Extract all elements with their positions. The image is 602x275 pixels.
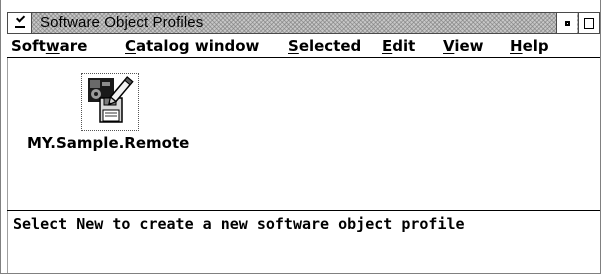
software-object-profiles-window: Software Object Profiles Software Catalo… (0, 0, 601, 274)
menu-edit-label: Edit (382, 37, 416, 55)
software-profile-object[interactable] (81, 73, 139, 131)
software-profile-icon (88, 76, 134, 123)
status-separator (7, 210, 600, 211)
menu-catalog-window[interactable]: Catalog window (125, 37, 259, 56)
client-border (7, 58, 8, 273)
menu-selected[interactable]: Selected (288, 37, 361, 56)
minimize-icon (564, 20, 570, 26)
menu-edit[interactable]: Edit (382, 37, 415, 56)
menu-view-label: View (443, 37, 484, 55)
window-title: Software Object Profiles (40, 14, 204, 31)
title-bar[interactable]: Software Object Profiles (7, 12, 600, 34)
menu-software[interactable]: Software (11, 37, 87, 56)
maximize-button[interactable] (578, 13, 599, 33)
menu-help-label: Help (510, 37, 549, 55)
status-message: Select New to create a new software obje… (13, 215, 465, 233)
object-label[interactable]: MY.Sample.Remote (27, 134, 189, 152)
minimize-button[interactable] (556, 13, 577, 33)
menu-selected-label: Selected (288, 37, 362, 55)
system-menu-icon[interactable] (8, 13, 32, 33)
menu-help[interactable]: Help (510, 37, 549, 56)
menu-view[interactable]: View (443, 37, 484, 56)
menu-catalog-window-label: Catalog window (125, 37, 260, 55)
menu-software-label: Software (11, 37, 88, 55)
maximize-icon (584, 17, 594, 29)
menu-bar: Software Catalog window Selected Edit Vi… (7, 35, 600, 58)
